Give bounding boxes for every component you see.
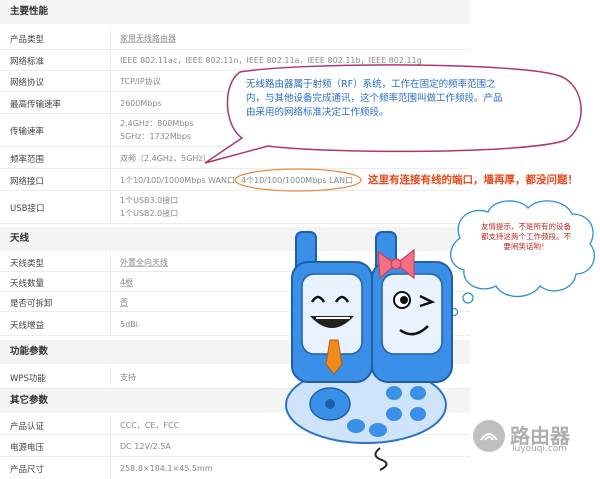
thought-bubble-text: 友情提示，不是所有的设备 都支持这两个工作频段。不 要闹笑话哟！ <box>481 222 571 251</box>
port-note-text: 这里有连接有线的端口，墙再厚，都没问题！ <box>368 174 578 186</box>
lan-highlight-ellipse <box>234 168 362 192</box>
watermark-logo <box>473 420 505 452</box>
thought-dot <box>462 292 474 304</box>
watermark-url: luyouqi.com <box>512 444 568 454</box>
robot-mascots <box>285 231 453 471</box>
speech-bubble-text: 无线路由器属于射频（RF）系统，工作在固定的频率范围之 内，与其他设备完成通讯，… <box>246 79 503 118</box>
